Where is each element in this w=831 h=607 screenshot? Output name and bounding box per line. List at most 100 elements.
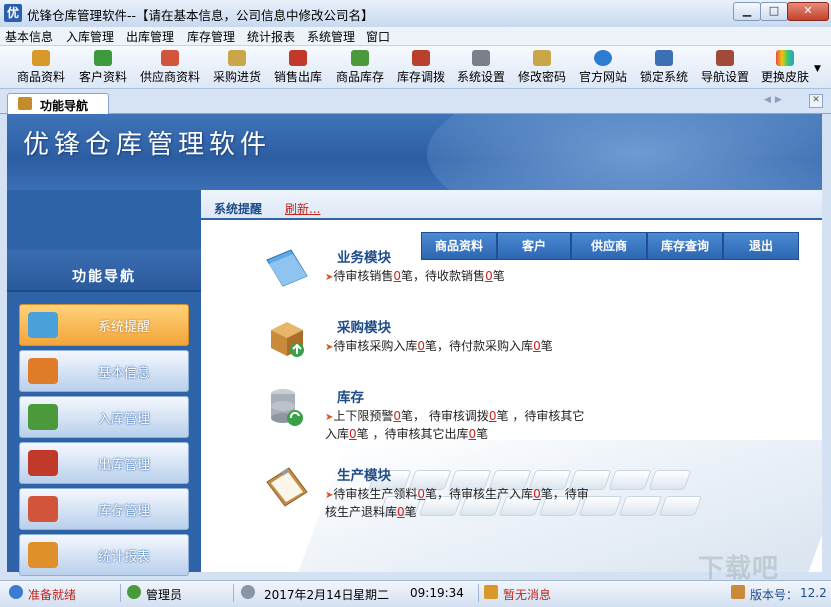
business-module: 业务模块 ➤待审核销售0笔，待收款销售0笔 (261, 246, 601, 290)
toolbar: 商品资料 客户资料 供应商资料 采购进货 销售出库 商品库存 库存调拨 系统设置… (0, 46, 831, 89)
cart-out-icon (28, 450, 58, 476)
purchase-module: 采购模块 ➤待审核采购入库0笔，待付款采购入库0笔 (261, 316, 601, 360)
toolbar-nav-settings-button[interactable]: 导航设置 (696, 48, 754, 86)
banner-title: 优锋仓库管理软件 (23, 130, 272, 160)
app-icon: 优 (4, 4, 22, 22)
module-title: 生产模块 (337, 468, 391, 484)
quick-stock-query-button[interactable]: 库存查询 (647, 232, 723, 260)
module-title: 业务模块 (337, 250, 391, 266)
left-nav-title: 功能导航 (72, 269, 136, 285)
basic-info-icon (28, 358, 58, 384)
menu-window[interactable]: 窗口 (366, 28, 390, 45)
tab-strip: 功能导航 ◀▶ ✕ (0, 89, 831, 114)
toolbar-label: 官方网站 (578, 70, 627, 84)
status-version: 12.2 (800, 586, 827, 600)
nav-system-reminder[interactable]: 系统提醒 (19, 304, 189, 346)
toolbar-transfer-button[interactable]: 库存调拨 (392, 48, 450, 86)
toolbar-settings-button[interactable]: 系统设置 (452, 48, 510, 86)
suppliers-icon (161, 50, 179, 66)
minimize-button[interactable]: ▁ (733, 2, 761, 21)
count-value[interactable]: 0 (489, 409, 497, 423)
count-value[interactable]: 0 (393, 269, 401, 283)
toolbar-purchase-button[interactable]: 采购进货 (208, 48, 266, 86)
website-icon (594, 50, 612, 66)
tab-label: 功能导航 (40, 99, 89, 113)
nav-inventory[interactable]: 库存管理 (19, 488, 189, 530)
window-title: 优锋仓库管理软件--【请在基本信息，公司信息中修改公司名】 (27, 8, 374, 23)
toolbar-goods-button[interactable]: 商品资料 (10, 48, 72, 86)
maximize-button[interactable]: □ (760, 2, 788, 21)
clipboard-icon (266, 467, 308, 507)
toolbar-skin-button[interactable]: 更换皮肤 (757, 48, 813, 86)
count-value[interactable]: 0 (393, 409, 401, 423)
toolbar-stock-button[interactable]: 商品库存 (330, 48, 390, 86)
toolbar-customers-button[interactable]: 客户资料 (74, 48, 132, 86)
warehouse-icon (28, 496, 58, 522)
count-value[interactable]: 0 (485, 269, 493, 283)
status-version-label: 版本号： (750, 588, 799, 602)
tab-function-nav[interactable]: 功能导航 (7, 93, 109, 114)
count-value[interactable]: 0 (533, 339, 541, 353)
inventory-module: 库存 ➤上下限预警0笔， 待审核调拨0笔 ，待审核其它 入库0笔 ，待审核其它出库… (261, 386, 601, 441)
toolbar-overflow-icon[interactable]: ▼ (814, 64, 821, 74)
count-value[interactable]: 0 (397, 505, 405, 519)
status-globe-icon (9, 585, 23, 599)
status-ready: 准备就绪 (28, 588, 77, 602)
count-value[interactable]: 0 (417, 339, 425, 353)
toolbar-suppliers-button[interactable]: 供应商资料 (134, 48, 206, 86)
nav-label: 库存管理 (97, 504, 150, 519)
reminder-icon (28, 312, 58, 338)
menu-stock-out[interactable]: 出库管理 (126, 28, 174, 45)
nav-label: 入库管理 (97, 412, 150, 427)
toolbar-sales-button[interactable]: 销售出库 (268, 48, 328, 86)
quick-exit-button[interactable]: 退出 (723, 232, 799, 260)
tab-close-icon[interactable]: ✕ (809, 94, 823, 108)
toolbar-label: 修改密码 (517, 70, 566, 84)
content-header: 系统提醒 刷新... (201, 190, 822, 220)
module-text: ➤待审核销售0笔，待收款销售0笔 (325, 269, 505, 283)
goods-icon (32, 50, 50, 66)
module-text: ➤上下限预警0笔， 待审核调拨0笔 ，待审核其它 入库0笔 ，待审核其它出库0笔 (325, 409, 585, 441)
menu-system[interactable]: 系统管理 (307, 28, 355, 45)
box-icon (271, 322, 304, 357)
home-icon (18, 97, 32, 110)
status-user: 管理员 (146, 588, 183, 602)
tab-scroll-arrows-icon[interactable]: ◀▶ (764, 95, 786, 105)
module-title: 采购模块 (337, 320, 391, 336)
status-messages[interactable]: 暂无消息 (503, 586, 551, 603)
nav-basic-info[interactable]: 基本信息 (19, 350, 189, 392)
toolbar-label: 商品资料 (16, 70, 65, 84)
close-button[interactable]: ✕ (787, 2, 829, 21)
toolbar-password-button[interactable]: 修改密码 (513, 48, 571, 86)
menu-basic-info[interactable]: 基本信息 (5, 28, 53, 45)
toolbar-label: 系统设置 (456, 70, 505, 84)
toolbar-lock-button[interactable]: 锁定系统 (635, 48, 693, 86)
menu-inventory[interactable]: 库存管理 (187, 28, 235, 45)
system-reminder-label: 系统提醒 (214, 202, 263, 216)
nav-stock-out[interactable]: 出库管理 (19, 442, 189, 484)
toolbar-label: 销售出库 (273, 70, 322, 84)
count-value[interactable]: 0 (468, 427, 476, 441)
count-value[interactable]: 0 (417, 487, 425, 501)
nav-reports[interactable]: 统计报表 (19, 534, 189, 576)
menu-reports[interactable]: 统计报表 (247, 28, 295, 45)
module-text: ➤待审核采购入库0笔，待付款采购入库0笔 (325, 339, 553, 353)
cart-in-icon (28, 404, 58, 430)
count-value[interactable]: 0 (533, 487, 541, 501)
count-value[interactable]: 0 (349, 427, 357, 441)
version-icon (731, 585, 745, 599)
menu-stock-in[interactable]: 入库管理 (66, 28, 114, 45)
skin-icon (776, 50, 794, 66)
nav-label: 系统提醒 (97, 320, 150, 335)
module-title: 库存 (337, 390, 364, 406)
settings-icon (472, 50, 490, 66)
toolbar-label: 库存调拨 (396, 70, 445, 84)
toolbar-website-button[interactable]: 官方网站 (574, 48, 632, 86)
toolbar-label: 客户资料 (78, 70, 127, 84)
clock-icon (241, 585, 255, 599)
nav-stock-in[interactable]: 入库管理 (19, 396, 189, 438)
status-time: 09:19:34 (410, 586, 464, 600)
banner-glow (427, 114, 822, 190)
nav-settings-icon (716, 50, 734, 66)
refresh-link[interactable]: 刷新... (285, 200, 320, 217)
